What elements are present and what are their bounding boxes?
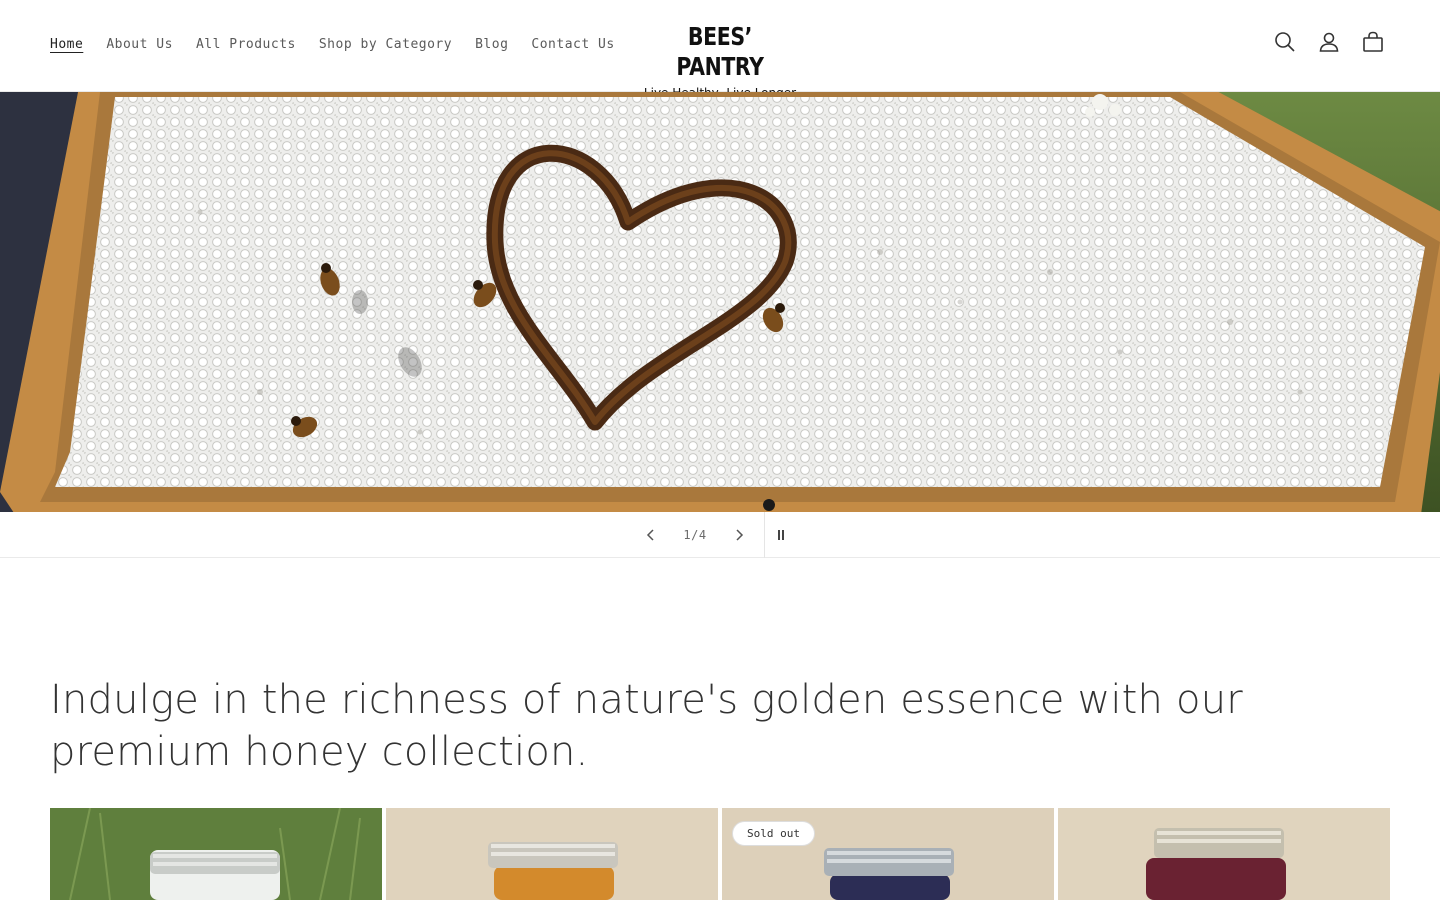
previous-slide-button[interactable]: [632, 512, 670, 558]
nav-item-home[interactable]: Home: [50, 35, 83, 55]
hero-slideshow-image: [0, 92, 1440, 512]
product-card[interactable]: [1058, 808, 1390, 900]
nav-item-shop-by-category[interactable]: Shop by Category: [319, 35, 452, 55]
nav-item-all-products[interactable]: All Products: [196, 35, 296, 55]
chevron-left-icon: [646, 529, 654, 541]
cart-icon[interactable]: [1362, 31, 1384, 53]
next-slide-button[interactable]: [720, 512, 758, 558]
sold-out-badge: Sold out: [732, 821, 815, 846]
main-nav: Home About Us All Products Shop by Categ…: [50, 35, 638, 55]
product-grid: Sold out: [50, 808, 1390, 900]
product-card[interactable]: Sold out: [722, 808, 1054, 900]
site-header: Home About Us All Products Shop by Categ…: [0, 0, 1440, 100]
slideshow-controls: 1/4: [0, 512, 1440, 558]
slide-counter: 1/4: [683, 528, 707, 542]
logo-title: BEES’ PANTRY: [676, 22, 764, 81]
nav-item-contact-us[interactable]: Contact Us: [531, 35, 614, 55]
product-card[interactable]: [50, 808, 382, 900]
nav-item-blog[interactable]: Blog: [475, 35, 508, 55]
product-image: [386, 808, 718, 900]
search-icon[interactable]: [1274, 31, 1296, 53]
product-card[interactable]: [386, 808, 718, 900]
collection-headline: Indulge in the richness of nature's gold…: [50, 677, 1243, 775]
site-logo[interactable]: BEES’ PANTRY Live Healthy, Live Longer: [640, 22, 800, 100]
nav-item-about-us[interactable]: About Us: [106, 35, 173, 55]
pause-slideshow-button[interactable]: [765, 512, 797, 558]
account-icon[interactable]: [1318, 31, 1340, 53]
honeycomb-heart-image: [0, 92, 1440, 512]
chevron-right-icon: [736, 529, 744, 541]
product-image: [50, 808, 382, 900]
pause-icon: [778, 530, 784, 540]
product-image: [1058, 808, 1390, 900]
header-icons: [1274, 31, 1384, 53]
